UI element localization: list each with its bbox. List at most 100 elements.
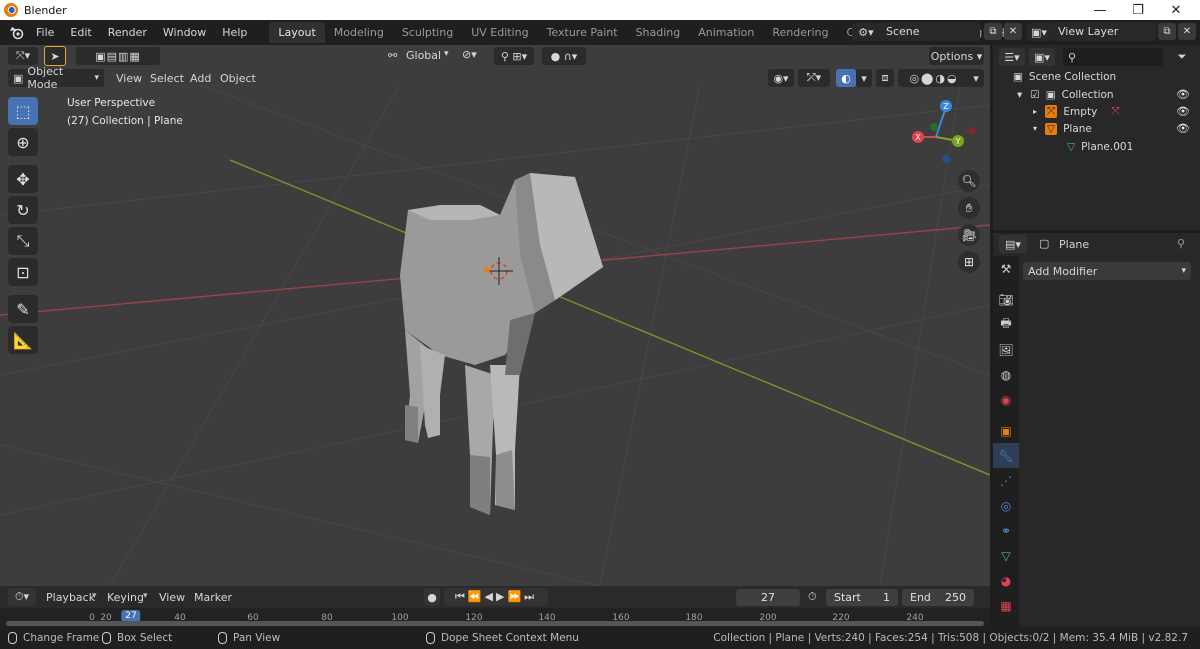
- cursor-tool-icon[interactable]: ⊕: [8, 128, 38, 156]
- pan-hand-icon[interactable]: ✋︎: [958, 197, 980, 219]
- transform-tool-icon[interactable]: ⊡: [8, 258, 38, 286]
- gizmo-toggle-icon[interactable]: ⤱▾: [798, 69, 830, 87]
- new-scene-icon[interactable]: ⧉: [984, 23, 1002, 40]
- output-icon[interactable]: 🖶︎: [993, 312, 1019, 337]
- navigation-gizmo[interactable]: Z Y X: [906, 97, 986, 177]
- shading-modes-icon[interactable]: ◎⬤◑◒: [898, 69, 970, 87]
- overlays-chevron-icon[interactable]: ▾: [856, 69, 872, 87]
- view-layer-icon[interactable]: 🖼︎: [993, 337, 1019, 362]
- tab-animation[interactable]: Animation: [689, 22, 763, 43]
- delete-scene-icon[interactable]: ✕: [1004, 23, 1022, 40]
- checkbox-icon[interactable]: ☑: [1030, 89, 1039, 101]
- menu-window[interactable]: Window: [155, 20, 214, 45]
- outliner-search-input[interactable]: ⚲: [1063, 48, 1163, 66]
- tab-rendering[interactable]: Rendering: [763, 22, 837, 43]
- close-window-button[interactable]: ✕: [1159, 0, 1193, 20]
- scene-selector-icon[interactable]: ⚙▾: [852, 23, 880, 41]
- render-icon[interactable]: 📷︎: [993, 287, 1019, 312]
- record-icon[interactable]: ●: [424, 588, 440, 606]
- rotate-tool-icon[interactable]: ↻: [8, 196, 38, 224]
- end-frame-field[interactable]: End 250: [902, 589, 974, 606]
- select-tool-icon[interactable]: ➤: [44, 46, 66, 66]
- transform-pivot-icon[interactable]: ⚯: [388, 49, 397, 62]
- tab-layout[interactable]: Layout: [269, 22, 325, 43]
- tab-texture-paint[interactable]: Texture Paint: [538, 22, 627, 43]
- mode-selector[interactable]: ▣ Object Mode ▾: [8, 65, 104, 91]
- eye-icon[interactable]: 👁︎: [1176, 105, 1190, 118]
- select-box-tool-icon[interactable]: ⬚: [8, 97, 38, 125]
- orientation-label[interactable]: Global: [406, 49, 441, 62]
- menu-render[interactable]: Render: [100, 20, 155, 45]
- 3d-viewport[interactable]: ⤧▾ ➤ ▣▤▥▦ ⚯ Global ▾ ⊘▾ ⚲ ⊞▾ ● ∩▾ Option…: [0, 45, 990, 586]
- overlays-icon[interactable]: ◐: [836, 69, 856, 87]
- selection-mode-icons[interactable]: ▣▤▥▦: [76, 47, 160, 65]
- tab-modeling[interactable]: Modeling: [325, 22, 393, 43]
- snap-icon[interactable]: ⚲ ⊞▾: [494, 47, 534, 65]
- eye-icon[interactable]: 👁︎: [1176, 122, 1190, 135]
- outliner-row-collection[interactable]: ▾ ☑ ▣ Collection 👁︎: [1017, 86, 1200, 103]
- timeline-ruler[interactable]: 0 20 27 40 60 80 100 120 140 160 180 200…: [0, 608, 990, 627]
- properties-editor-type-icon[interactable]: ▤▾: [999, 235, 1027, 253]
- menu-view[interactable]: View: [116, 72, 142, 85]
- stopwatch-icon[interactable]: ⏱︎: [808, 590, 817, 604]
- scene-name-field[interactable]: Scene: [880, 22, 980, 41]
- disclosure-triangle-icon[interactable]: ▾: [1033, 124, 1037, 133]
- xray-icon[interactable]: ⧈: [876, 69, 894, 87]
- filter-icon[interactable]: ⏷: [1171, 48, 1193, 66]
- proportional-editing-icon[interactable]: ● ∩▾: [542, 47, 586, 65]
- current-frame-field[interactable]: 27: [736, 589, 800, 606]
- options-dropdown[interactable]: Options ▾: [929, 47, 984, 65]
- disclosure-triangle-icon[interactable]: ▸: [1033, 107, 1037, 116]
- playback-controls-icon[interactable]: ⏮⏪◀▶⏩⏭: [444, 588, 548, 606]
- keying-chevron-icon[interactable]: ▾: [143, 591, 148, 601]
- particles-icon[interactable]: ⋰: [993, 468, 1019, 493]
- minimize-button[interactable]: —: [1083, 0, 1117, 20]
- texture-icon[interactable]: ▦: [993, 593, 1019, 618]
- editor-type-icon[interactable]: ⤧▾: [8, 47, 38, 65]
- timeline-editor-type-icon[interactable]: ⏱▾: [8, 588, 36, 606]
- world-icon[interactable]: ◉: [993, 387, 1019, 412]
- delete-view-layer-icon[interactable]: ✕: [1178, 23, 1196, 40]
- scene-collection-row[interactable]: ▣ Scene Collection: [1013, 68, 1116, 85]
- tab-uv-editing[interactable]: UV Editing: [462, 22, 537, 43]
- start-frame-field[interactable]: Start 1: [826, 589, 898, 606]
- pin-icon[interactable]: ⚲: [1177, 237, 1185, 250]
- maximize-button[interactable]: ❐: [1121, 0, 1155, 20]
- zoom-icon[interactable]: 🔍︎: [958, 170, 980, 192]
- move-tool-icon[interactable]: ✥: [8, 165, 38, 193]
- shading-chevron-icon[interactable]: ▾: [968, 69, 984, 87]
- menu-add[interactable]: Add: [190, 72, 211, 85]
- scene-icon[interactable]: ◍: [993, 362, 1019, 387]
- annotate-tool-icon[interactable]: ✎: [8, 295, 38, 323]
- tool-icon[interactable]: ⚒: [993, 256, 1019, 281]
- view-layer-selector-icon[interactable]: ▣▾: [1026, 23, 1052, 41]
- camera-view-icon[interactable]: 🎥︎: [958, 224, 980, 246]
- physics-icon[interactable]: ◎: [993, 493, 1019, 518]
- eye-icon[interactable]: 👁︎: [1176, 88, 1190, 101]
- menu-select[interactable]: Select: [150, 72, 184, 85]
- data-icon[interactable]: ▽: [993, 543, 1019, 568]
- playback-chevron-icon[interactable]: ▾: [92, 591, 97, 601]
- scale-tool-icon[interactable]: ⤡: [8, 227, 38, 255]
- add-modifier-dropdown[interactable]: Add Modifier ▾: [1023, 262, 1191, 280]
- visibility-icon[interactable]: ◉▾: [768, 69, 794, 87]
- measure-tool-icon[interactable]: 📐: [8, 326, 38, 354]
- orientation-chevron-icon[interactable]: ▾: [444, 49, 449, 59]
- menu-timeline-view[interactable]: View: [159, 591, 185, 604]
- blender-menu-icon[interactable]: [6, 22, 28, 44]
- disclosure-triangle-icon[interactable]: ▾: [1017, 89, 1022, 101]
- pivot-point-icon[interactable]: ⊘▾: [462, 48, 477, 61]
- timeline-scrollbar[interactable]: [6, 621, 984, 626]
- menu-keying[interactable]: Keying: [107, 591, 144, 604]
- outliner-row-plane[interactable]: ▾ ▽ Plane 👁︎: [1033, 120, 1200, 137]
- menu-edit[interactable]: Edit: [62, 20, 99, 45]
- tab-shading[interactable]: Shading: [627, 22, 690, 43]
- menu-object[interactable]: Object: [220, 72, 256, 85]
- material-icon[interactable]: ◕: [993, 568, 1019, 593]
- object-icon[interactable]: ▣: [993, 418, 1019, 443]
- menu-marker[interactable]: Marker: [194, 591, 232, 604]
- modifier-icon[interactable]: 🔧︎: [993, 443, 1019, 468]
- outliner-row-plane-001[interactable]: ▽ Plane.001: [1067, 138, 1133, 155]
- empty-origin-icon[interactable]: [484, 267, 490, 273]
- menu-help[interactable]: Help: [214, 20, 255, 45]
